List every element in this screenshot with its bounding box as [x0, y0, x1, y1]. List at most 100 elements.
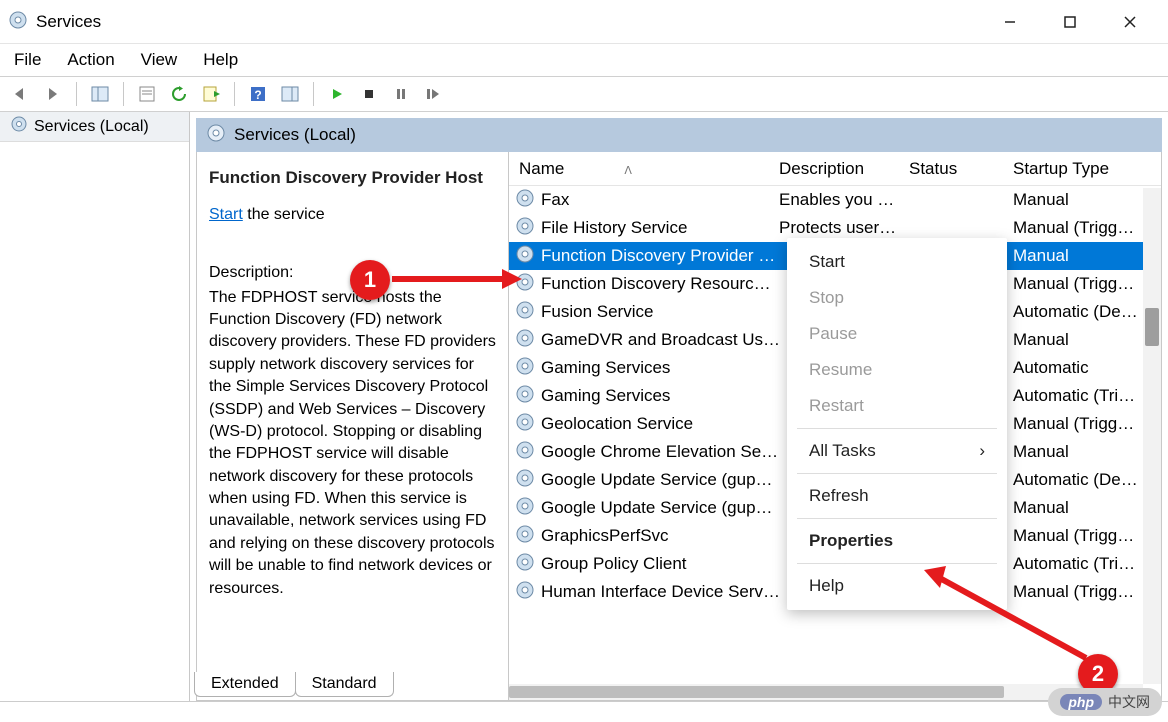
list-header: Nameᐱ Description Status Startup Type: [509, 152, 1161, 186]
gear-icon: [515, 384, 535, 409]
tab-standard[interactable]: Standard: [295, 672, 394, 697]
context-menu-restart: Restart: [787, 388, 1007, 424]
context-menu-label: Pause: [809, 324, 857, 344]
context-menu-label: Restart: [809, 396, 864, 416]
gear-icon: [515, 496, 535, 521]
service-name: Function Discovery Provider …: [541, 246, 775, 266]
service-name: Human Interface Device Serv…: [541, 582, 779, 602]
context-menu-label: Start: [809, 252, 845, 272]
window-controls: [980, 0, 1160, 44]
menu-file[interactable]: File: [14, 50, 41, 70]
col-startup-type[interactable]: Startup Type: [1009, 159, 1161, 179]
context-menu-properties[interactable]: Properties: [787, 523, 1007, 559]
gear-icon: [515, 524, 535, 549]
stop-service-button[interactable]: [356, 81, 382, 107]
service-startup: Manual: [1009, 190, 1161, 210]
context-menu-all-tasks[interactable]: All Tasks ›: [787, 433, 1007, 469]
start-link[interactable]: Start: [209, 206, 243, 223]
gear-icon: [515, 580, 535, 605]
service-description: Protects user…: [779, 218, 909, 238]
start-suffix: the service: [243, 206, 325, 223]
context-menu: Start Stop Pause Resume Restart All Tasks › Ref…: [787, 238, 1007, 610]
help-button[interactable]: ?: [245, 81, 271, 107]
tree-root-item[interactable]: Services (Local): [0, 112, 189, 142]
context-menu-label: All Tasks: [809, 441, 876, 461]
gear-icon: [515, 412, 535, 437]
service-name: Google Update Service (gup…: [541, 470, 773, 490]
tree-root-label: Services (Local): [34, 118, 149, 136]
service-name: Gaming Services: [541, 358, 670, 378]
service-startup: Manual: [1009, 330, 1161, 350]
context-menu-stop: Stop: [787, 280, 1007, 316]
gear-icon: [10, 115, 28, 138]
menu-view[interactable]: View: [141, 50, 178, 70]
context-menu-label: Refresh: [809, 486, 869, 506]
description-text: The FDPHOST service hosts the Function D…: [209, 287, 496, 600]
context-menu-label: Help: [809, 576, 844, 596]
service-startup: Manual (Trigg…: [1009, 274, 1161, 294]
col-description[interactable]: Description: [779, 159, 909, 179]
sort-indicator-icon: ᐱ: [624, 165, 632, 177]
main-header: Services (Local): [196, 118, 1162, 152]
watermark-pill: php: [1060, 694, 1102, 710]
annotation-arrow-1: [392, 267, 522, 291]
context-menu-resume: Resume: [787, 352, 1007, 388]
service-name: GameDVR and Broadcast Us…: [541, 330, 779, 350]
scroll-thumb-h[interactable]: [509, 686, 1004, 698]
service-startup: Manual (Trigg…: [1009, 526, 1161, 546]
context-menu-separator: [797, 518, 997, 519]
pause-service-button[interactable]: [388, 81, 414, 107]
gear-icon: [206, 123, 226, 148]
properties-button[interactable]: [134, 81, 160, 107]
close-button[interactable]: [1100, 0, 1160, 44]
minimize-button[interactable]: [980, 0, 1040, 44]
context-menu-refresh[interactable]: Refresh: [787, 478, 1007, 514]
toolbar: ?: [0, 76, 1168, 112]
refresh-button[interactable]: [166, 81, 192, 107]
gear-icon: [515, 440, 535, 465]
context-menu-pause: Pause: [787, 316, 1007, 352]
col-status[interactable]: Status: [909, 159, 1009, 179]
service-name: File History Service: [541, 218, 687, 238]
col-name[interactable]: Nameᐱ: [509, 159, 779, 179]
vertical-scrollbar[interactable]: [1143, 188, 1161, 684]
context-menu-start[interactable]: Start: [787, 244, 1007, 280]
chevron-right-icon: ›: [979, 441, 985, 461]
gear-icon: [515, 216, 535, 241]
menu-action[interactable]: Action: [67, 50, 114, 70]
window-title: Services: [36, 12, 980, 32]
scroll-thumb[interactable]: [1145, 308, 1159, 346]
service-row[interactable]: Fax Enables you … Manual: [509, 186, 1161, 214]
gear-icon: [515, 328, 535, 353]
service-startup: Manual (Trigg…: [1009, 414, 1161, 434]
console-tree: Services (Local): [0, 112, 190, 701]
service-startup: Manual (Trigg…: [1009, 218, 1161, 238]
start-service-button[interactable]: [324, 81, 350, 107]
restart-service-button[interactable]: [420, 81, 446, 107]
back-button[interactable]: [8, 81, 34, 107]
detail-panel: Function Discovery Provider Host Start t…: [197, 152, 509, 700]
watermark: php 中文网: [1048, 688, 1162, 716]
maximize-button[interactable]: [1040, 0, 1100, 44]
show-hide-tree-button[interactable]: [87, 81, 113, 107]
tab-extended[interactable]: Extended: [194, 672, 296, 697]
show-hide-action-pane-button[interactable]: [277, 81, 303, 107]
service-startup: Automatic: [1009, 358, 1161, 378]
menu-help[interactable]: Help: [203, 50, 238, 70]
service-name: Fax: [541, 190, 569, 210]
service-name: Group Policy Client: [541, 554, 687, 574]
main-header-title: Services (Local): [234, 125, 356, 145]
service-startup: Manual: [1009, 442, 1161, 462]
gear-icon: [515, 188, 535, 213]
export-button[interactable]: [198, 81, 224, 107]
forward-button[interactable]: [40, 81, 66, 107]
detail-start-line: Start the service: [209, 204, 496, 226]
service-startup: Automatic (De…: [1009, 302, 1161, 322]
gear-icon: [515, 552, 535, 577]
context-menu-separator: [797, 428, 997, 429]
titlebar: Services: [0, 0, 1168, 44]
gear-icon: [515, 356, 535, 381]
annotation-arrow-2: [916, 558, 1096, 668]
service-description: Enables you …: [779, 190, 909, 210]
service-startup: Manual: [1009, 246, 1161, 266]
